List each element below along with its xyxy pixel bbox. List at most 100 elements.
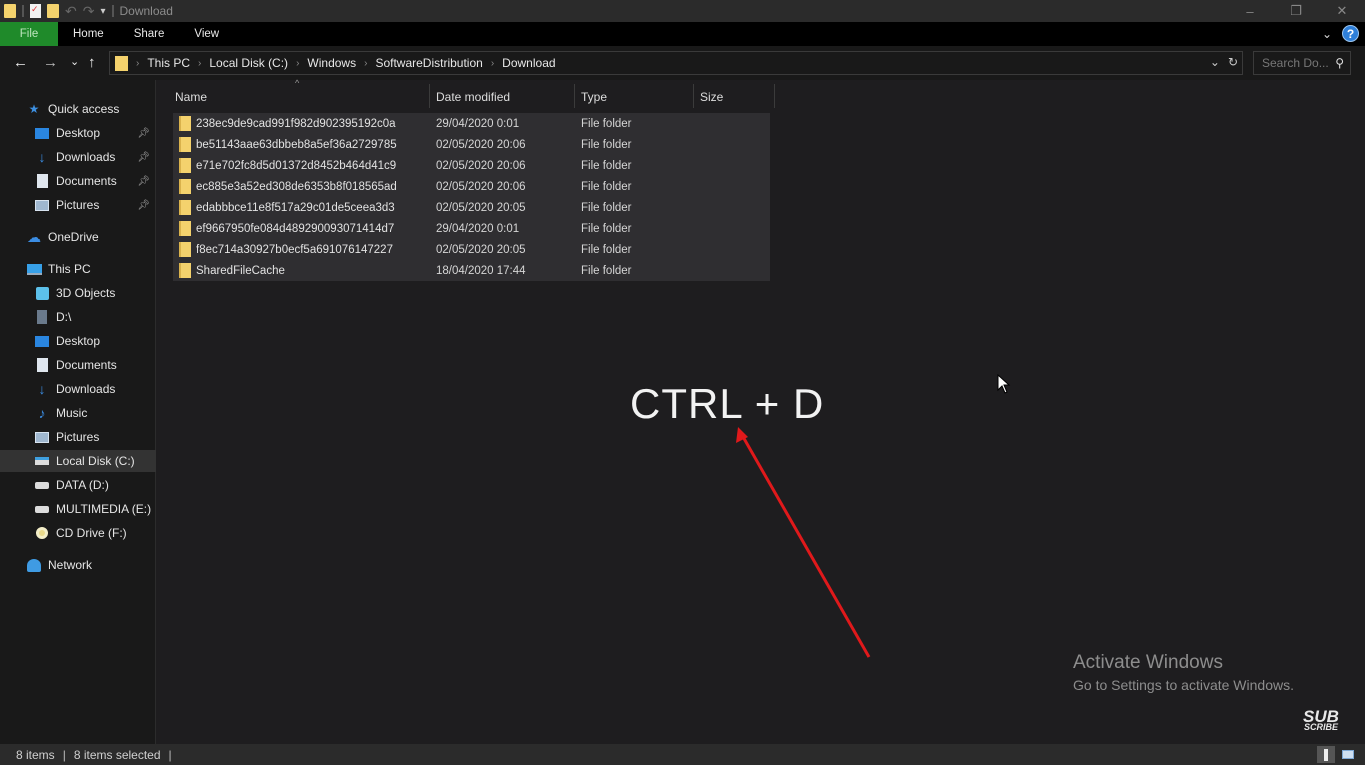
column-divider[interactable]: [693, 84, 694, 108]
large-icons-view-button[interactable]: [1339, 746, 1357, 763]
window-controls: – ❐ ✕: [1227, 0, 1365, 22]
redo-icon[interactable]: ↷: [83, 3, 95, 20]
sidebar-item-downloads[interactable]: ↓ Downloads 📌︎: [0, 146, 156, 168]
file-date: 29/04/2020 0:01: [436, 117, 520, 130]
refresh-icon[interactable]: ↻: [1228, 55, 1238, 69]
table-row[interactable]: 238ec9de9cad991f982d902395192c0a 29/04/2…: [173, 113, 770, 134]
pin-icon[interactable]: 📌︎: [137, 200, 150, 211]
sidebar-item-desktop-pc[interactable]: Desktop: [0, 330, 156, 352]
sidebar-item-pictures-pc[interactable]: Pictures: [0, 426, 156, 448]
column-divider[interactable]: [429, 84, 430, 108]
column-header-date-modified[interactable]: Date modified: [436, 84, 510, 110]
customize-dropdown-icon[interactable]: ▾: [100, 6, 105, 17]
table-row[interactable]: ec885e3a52ed308de6353b8f018565ad 02/05/2…: [173, 176, 770, 197]
file-name: SharedFileCache: [196, 264, 285, 277]
documents-icon: [34, 174, 50, 188]
pin-icon[interactable]: 📌︎: [137, 176, 150, 187]
sidebar-item-downloads-pc[interactable]: ↓ Downloads: [0, 378, 156, 400]
search-input[interactable]: Search Do...: [1262, 56, 1329, 70]
table-row[interactable]: be51143aae63dbbeb8a5ef36a2729785 02/05/2…: [173, 134, 770, 155]
recent-locations-button[interactable]: ⌄: [70, 55, 79, 68]
chevron-right-icon[interactable]: ›: [364, 58, 367, 69]
help-icon[interactable]: ?: [1342, 25, 1359, 42]
address-bar[interactable]: › This PC › Local Disk (C:) › Windows › …: [109, 51, 1243, 75]
tab-home[interactable]: Home: [58, 22, 119, 46]
table-row[interactable]: e71e702fc8d5d01372d8452b464d41c9 02/05/2…: [173, 155, 770, 176]
close-button[interactable]: ✕: [1319, 0, 1365, 22]
chevron-right-icon[interactable]: ›: [491, 58, 494, 69]
forward-button[interactable]: →: [43, 54, 58, 71]
drive-icon: [34, 478, 50, 492]
table-row[interactable]: SharedFileCache 18/04/2020 17:44 File fo…: [173, 260, 770, 281]
sidebar-item-pictures[interactable]: Pictures 📌︎: [0, 194, 156, 216]
table-row[interactable]: f8ec714a30927b0ecf5a691076147227 02/05/2…: [173, 239, 770, 260]
breadcrumb-local-disk[interactable]: Local Disk (C:): [209, 56, 288, 70]
file-name: edabbbce11e8f517a29c01de5ceea3d3: [196, 201, 395, 214]
folder-icon: [115, 55, 128, 71]
chevron-right-icon[interactable]: ›: [296, 58, 299, 69]
table-row[interactable]: edabbbce11e8f517a29c01de5ceea3d3 02/05/2…: [173, 197, 770, 218]
documents-icon: [34, 358, 50, 372]
chevron-right-icon[interactable]: ›: [198, 58, 201, 69]
title-bar: ↶ ↷ ▾ Download – ❐ ✕: [0, 0, 1365, 22]
file-name: ec885e3a52ed308de6353b8f018565ad: [196, 180, 397, 193]
minimize-button[interactable]: –: [1227, 0, 1273, 22]
back-button[interactable]: ←: [13, 54, 28, 71]
sidebar-item-onedrive[interactable]: ☁ OneDrive: [0, 226, 156, 248]
sidebar-item-data-d[interactable]: DATA (D:): [0, 474, 156, 496]
file-type: File folder: [581, 159, 632, 172]
search-icon[interactable]: ⚲: [1335, 56, 1344, 70]
divider: [111, 5, 114, 17]
sidebar-item-this-pc[interactable]: This PC: [0, 258, 156, 280]
expand-ribbon-icon[interactable]: ⌄: [1322, 27, 1332, 41]
large-icons-view-icon: [1342, 750, 1354, 759]
table-row[interactable]: ef9667950fe084d489290093071414d7 29/04/2…: [173, 218, 770, 239]
sidebar-item-documents[interactable]: Documents 📌︎: [0, 170, 156, 192]
pin-icon[interactable]: 📌︎: [137, 152, 150, 163]
sidebar-item-label: CD Drive (F:): [56, 526, 127, 540]
properties-icon[interactable]: [30, 4, 41, 18]
desktop-icon: [34, 334, 50, 348]
sidebar-item-music[interactable]: ♪ Music: [0, 402, 156, 424]
sidebar-item-local-disk-c[interactable]: Local Disk (C:): [0, 450, 156, 472]
sidebar-item-label: Downloads: [56, 150, 116, 164]
sidebar-item-label: MULTIMEDIA (E:): [56, 502, 152, 516]
item-count: 8 items: [16, 747, 55, 762]
drive-icon: [34, 310, 50, 324]
pin-icon[interactable]: 📌︎: [137, 128, 150, 139]
column-header-name[interactable]: Name: [175, 84, 207, 110]
column-header-size[interactable]: Size: [700, 84, 723, 110]
breadcrumb-this-pc[interactable]: This PC: [147, 56, 190, 70]
sidebar-item-quick-access[interactable]: ★ Quick access: [0, 98, 156, 120]
sidebar-item-label: 3D Objects: [56, 286, 116, 300]
up-button[interactable]: ↑: [88, 54, 96, 71]
sidebar-item-d-drive[interactable]: D:\: [0, 306, 156, 328]
undo-icon[interactable]: ↶: [65, 3, 77, 20]
breadcrumb-softwaredistribution[interactable]: SoftwareDistribution: [375, 56, 482, 70]
sidebar-item-multimedia-e[interactable]: MULTIMEDIA (E:): [0, 498, 156, 520]
mouse-cursor-icon: [997, 374, 1011, 394]
sidebar-item-network[interactable]: Network: [0, 554, 156, 576]
ribbon: File Home Share View ⌄ ?: [0, 22, 1365, 46]
sidebar-item-documents-pc[interactable]: Documents: [0, 354, 156, 376]
file-list: 238ec9de9cad991f982d902395192c0a 29/04/2…: [173, 113, 770, 281]
column-divider[interactable]: [774, 84, 775, 108]
file-date: 02/05/2020 20:05: [436, 243, 526, 256]
search-box[interactable]: Search Do... ⚲: [1253, 51, 1351, 75]
details-view-button[interactable]: [1317, 746, 1335, 763]
file-date: 02/05/2020 20:06: [436, 159, 526, 172]
tab-share[interactable]: Share: [119, 22, 180, 46]
tab-file[interactable]: File: [0, 22, 58, 46]
address-dropdown-icon[interactable]: ⌄: [1210, 55, 1220, 69]
sidebar-item-3d-objects[interactable]: 3D Objects: [0, 282, 156, 304]
column-header-type[interactable]: Type: [581, 84, 607, 110]
sidebar-item-cd-drive-f[interactable]: CD Drive (F:): [0, 522, 156, 544]
column-divider[interactable]: [574, 84, 575, 108]
new-folder-icon[interactable]: [47, 4, 59, 18]
tab-view[interactable]: View: [179, 22, 234, 46]
restore-button[interactable]: ❐: [1273, 0, 1319, 22]
sidebar-item-desktop[interactable]: Desktop 📌︎: [0, 122, 156, 144]
breadcrumb-download[interactable]: Download: [502, 56, 555, 70]
breadcrumb-windows[interactable]: Windows: [307, 56, 356, 70]
file-type: File folder: [581, 243, 632, 256]
